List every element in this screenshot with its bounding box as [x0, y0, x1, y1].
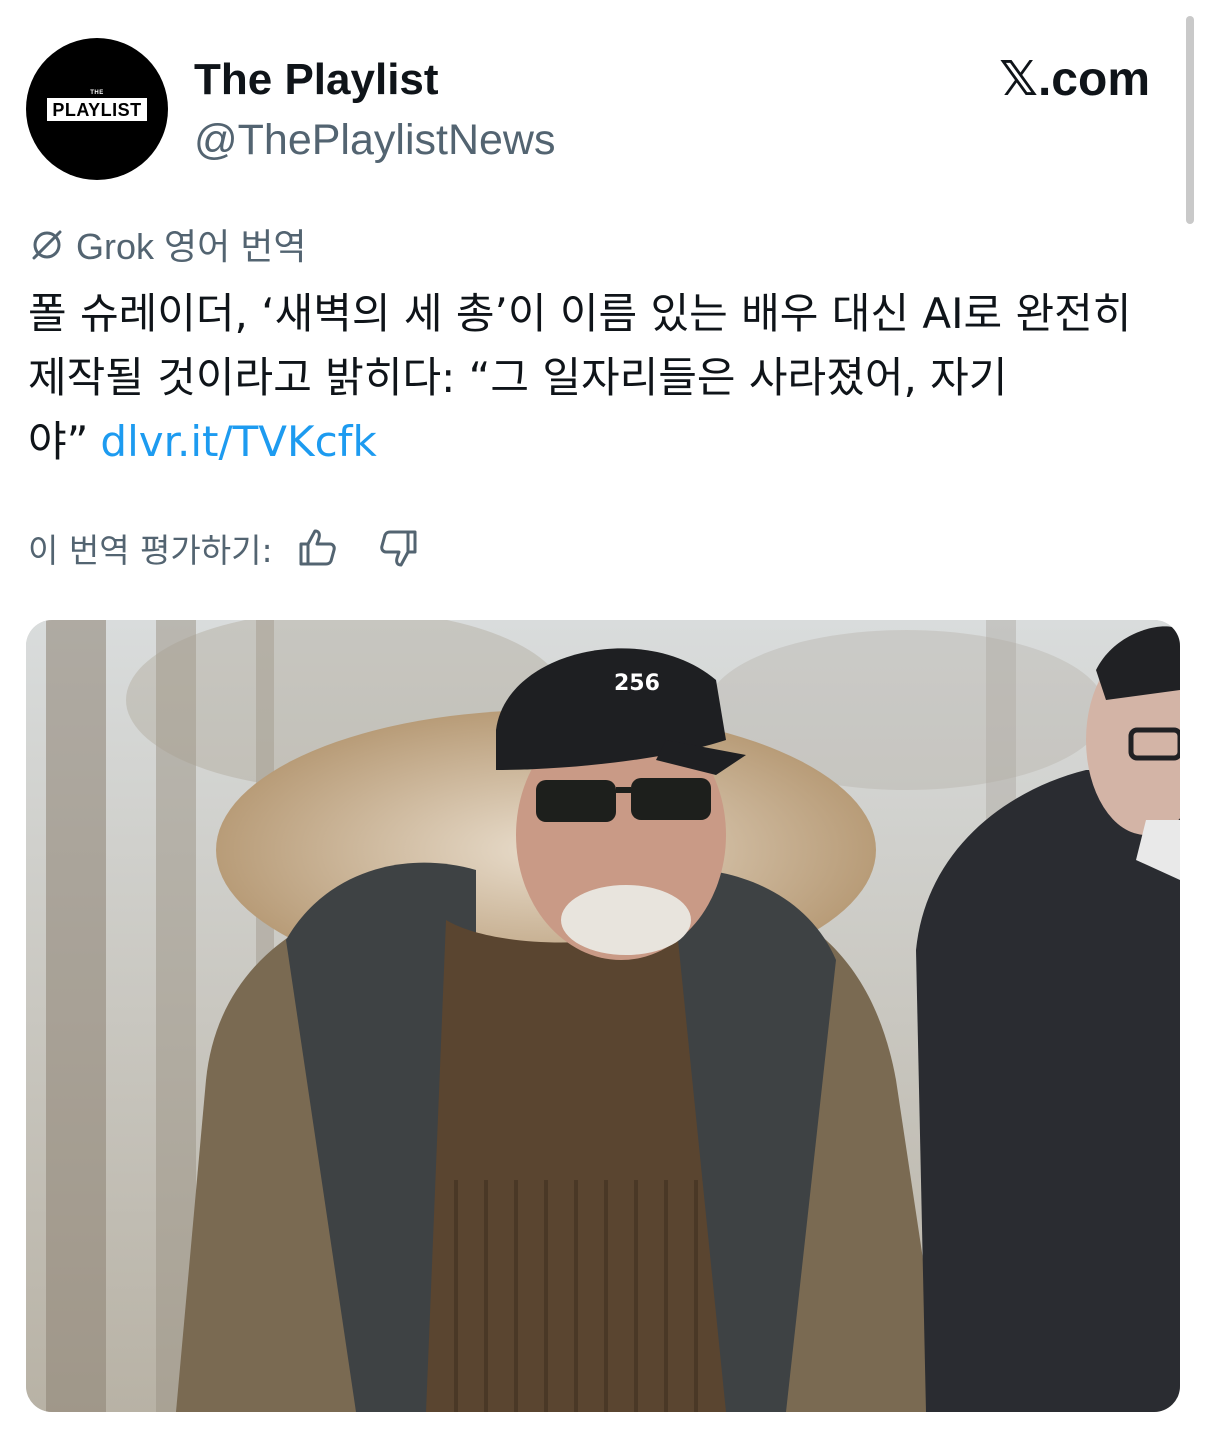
translation-label: Grok 영어 번역: [76, 226, 307, 267]
thumbs-down-icon[interactable]: [377, 526, 421, 570]
translation-label-row: Grok 영어 번역: [28, 220, 307, 268]
cap-logo-text: 256: [614, 671, 660, 696]
post-text: 폴 슈레이더, ‘새벽의 세 총’이 이름 있는 배우 대신 AI로 완전히 제…: [28, 282, 1178, 474]
avatar-logo: THE PLAYLIST: [47, 90, 147, 121]
photo-illustration: 256: [26, 620, 1180, 1412]
site-brand: 𝕏.com: [999, 53, 1150, 106]
avatar-logo-text: PLAYLIST: [52, 99, 142, 120]
rate-translation-row: 이 번역 평가하기:: [28, 522, 421, 574]
photo-sweater: [426, 920, 726, 1412]
thumbs-up-icon[interactable]: [295, 526, 339, 570]
rate-translation-label: 이 번역 평가하기:: [28, 531, 273, 570]
post-link[interactable]: dlvr.it/TVKcfk: [100, 417, 376, 466]
avatar-logo-small-text: THE: [90, 89, 104, 96]
scrollbar[interactable]: [1186, 16, 1194, 224]
user-handle[interactable]: @ThePlaylistNews: [194, 114, 555, 166]
display-name[interactable]: The Playlist: [194, 54, 439, 106]
avatar[interactable]: THE PLAYLIST: [26, 38, 168, 180]
grok-icon: [32, 230, 62, 260]
post-media-photo[interactable]: 256: [26, 620, 1180, 1412]
